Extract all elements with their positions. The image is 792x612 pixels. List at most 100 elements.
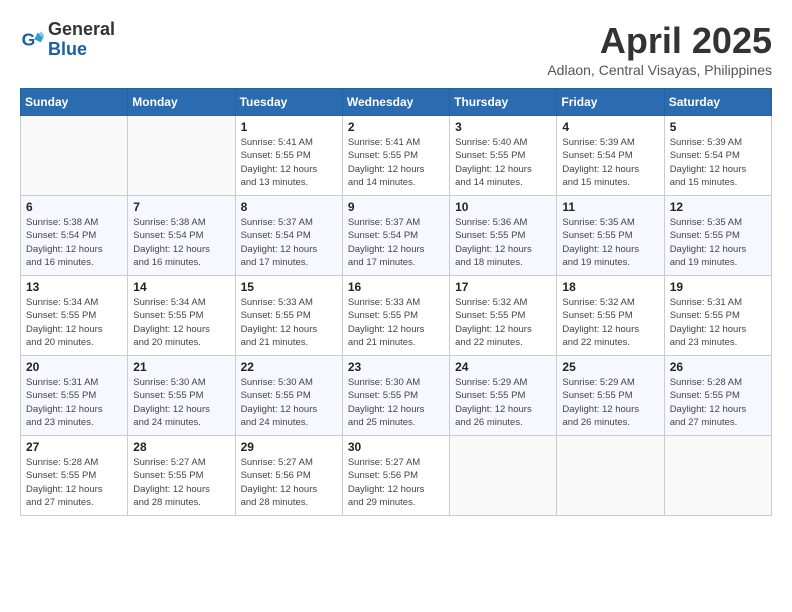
week-row-3: 20 Sunrise: 5:31 AM Sunset: 5:55 PM Dayli… xyxy=(21,356,772,436)
day-info: Sunrise: 5:31 AM Sunset: 5:55 PM Dayligh… xyxy=(26,376,122,429)
weekday-header-saturday: Saturday xyxy=(664,89,771,116)
calendar: SundayMondayTuesdayWednesdayThursdayFrid… xyxy=(20,88,772,516)
calendar-cell: 14 Sunrise: 5:34 AM Sunset: 5:55 PM Dayli… xyxy=(128,276,235,356)
calendar-cell xyxy=(21,116,128,196)
calendar-cell: 12 Sunrise: 5:35 AM Sunset: 5:55 PM Dayli… xyxy=(664,196,771,276)
calendar-cell: 25 Sunrise: 5:29 AM Sunset: 5:55 PM Dayli… xyxy=(557,356,664,436)
day-info: Sunrise: 5:38 AM Sunset: 5:54 PM Dayligh… xyxy=(26,216,122,269)
day-info: Sunrise: 5:38 AM Sunset: 5:54 PM Dayligh… xyxy=(133,216,229,269)
calendar-cell: 1 Sunrise: 5:41 AM Sunset: 5:55 PM Daylig… xyxy=(235,116,342,196)
weekday-header-sunday: Sunday xyxy=(21,89,128,116)
day-info: Sunrise: 5:34 AM Sunset: 5:55 PM Dayligh… xyxy=(26,296,122,349)
calendar-cell: 2 Sunrise: 5:41 AM Sunset: 5:55 PM Daylig… xyxy=(342,116,449,196)
title-area: April 2025 Adlaon, Central Visayas, Phil… xyxy=(547,20,772,78)
calendar-cell: 22 Sunrise: 5:30 AM Sunset: 5:55 PM Dayli… xyxy=(235,356,342,436)
calendar-cell: 29 Sunrise: 5:27 AM Sunset: 5:56 PM Dayli… xyxy=(235,436,342,516)
day-number: 28 xyxy=(133,440,229,454)
day-info: Sunrise: 5:41 AM Sunset: 5:55 PM Dayligh… xyxy=(241,136,337,189)
day-info: Sunrise: 5:31 AM Sunset: 5:55 PM Dayligh… xyxy=(670,296,766,349)
calendar-cell: 3Sunrise: 5:40 AM Sunset: 5:55 PM Daylig… xyxy=(450,116,557,196)
day-info: Sunrise: 5:39 AM Sunset: 5:54 PM Dayligh… xyxy=(562,136,658,189)
weekday-header-tuesday: Tuesday xyxy=(235,89,342,116)
weekday-header-monday: Monday xyxy=(128,89,235,116)
calendar-cell: 4 Sunrise: 5:39 AM Sunset: 5:54 PM Daylig… xyxy=(557,116,664,196)
weekday-header-thursday: Thursday xyxy=(450,89,557,116)
calendar-cell: 21 Sunrise: 5:30 AM Sunset: 5:55 PM Dayli… xyxy=(128,356,235,436)
day-number: 30 xyxy=(348,440,444,454)
logo: G General Blue xyxy=(20,20,115,60)
calendar-cell: 11 Sunrise: 5:35 AM Sunset: 5:55 PM Dayli… xyxy=(557,196,664,276)
day-info: Sunrise: 5:27 AM Sunset: 5:56 PM Dayligh… xyxy=(241,456,337,509)
day-info: Sunrise: 5:36 AM Sunset: 5:55 PM Dayligh… xyxy=(455,216,551,269)
day-number: 27 xyxy=(26,440,122,454)
day-number: 15 xyxy=(241,280,337,294)
day-number: 2 xyxy=(348,120,444,134)
day-number: 19 xyxy=(670,280,766,294)
day-info: Sunrise: 5:29 AM Sunset: 5:55 PM Dayligh… xyxy=(562,376,658,429)
calendar-cell: 18Sunrise: 5:32 AM Sunset: 5:55 PM Dayli… xyxy=(557,276,664,356)
month-title: April 2025 xyxy=(547,20,772,62)
day-number: 14 xyxy=(133,280,229,294)
week-row-0: 1 Sunrise: 5:41 AM Sunset: 5:55 PM Daylig… xyxy=(21,116,772,196)
day-info: Sunrise: 5:33 AM Sunset: 5:55 PM Dayligh… xyxy=(348,296,444,349)
day-info: Sunrise: 5:29 AM Sunset: 5:55 PM Dayligh… xyxy=(455,376,551,429)
day-info: Sunrise: 5:37 AM Sunset: 5:54 PM Dayligh… xyxy=(241,216,337,269)
day-number: 9 xyxy=(348,200,444,214)
calendar-cell: 15Sunrise: 5:33 AM Sunset: 5:55 PM Dayli… xyxy=(235,276,342,356)
calendar-cell xyxy=(128,116,235,196)
calendar-cell: 5Sunrise: 5:39 AM Sunset: 5:54 PM Daylig… xyxy=(664,116,771,196)
day-info: Sunrise: 5:35 AM Sunset: 5:55 PM Dayligh… xyxy=(670,216,766,269)
calendar-cell: 9 Sunrise: 5:37 AM Sunset: 5:54 PM Daylig… xyxy=(342,196,449,276)
day-number: 26 xyxy=(670,360,766,374)
day-info: Sunrise: 5:35 AM Sunset: 5:55 PM Dayligh… xyxy=(562,216,658,269)
calendar-cell: 28Sunrise: 5:27 AM Sunset: 5:55 PM Dayli… xyxy=(128,436,235,516)
day-info: Sunrise: 5:32 AM Sunset: 5:55 PM Dayligh… xyxy=(455,296,551,349)
day-info: Sunrise: 5:41 AM Sunset: 5:55 PM Dayligh… xyxy=(348,136,444,189)
day-info: Sunrise: 5:30 AM Sunset: 5:55 PM Dayligh… xyxy=(241,376,337,429)
day-info: Sunrise: 5:37 AM Sunset: 5:54 PM Dayligh… xyxy=(348,216,444,269)
day-number: 4 xyxy=(562,120,658,134)
calendar-cell: 24 Sunrise: 5:29 AM Sunset: 5:55 PM Dayli… xyxy=(450,356,557,436)
week-row-2: 13 Sunrise: 5:34 AM Sunset: 5:55 PM Dayli… xyxy=(21,276,772,356)
calendar-cell: 30Sunrise: 5:27 AM Sunset: 5:56 PM Dayli… xyxy=(342,436,449,516)
calendar-cell: 10 Sunrise: 5:36 AM Sunset: 5:55 PM Dayli… xyxy=(450,196,557,276)
logo-icon: G xyxy=(20,28,44,52)
calendar-cell: 23Sunrise: 5:30 AM Sunset: 5:55 PM Dayli… xyxy=(342,356,449,436)
day-info: Sunrise: 5:39 AM Sunset: 5:54 PM Dayligh… xyxy=(670,136,766,189)
day-number: 25 xyxy=(562,360,658,374)
day-number: 20 xyxy=(26,360,122,374)
header: G General Blue April 2025 Adlaon, Centra… xyxy=(20,20,772,78)
calendar-cell: 20 Sunrise: 5:31 AM Sunset: 5:55 PM Dayli… xyxy=(21,356,128,436)
logo-general-text: General xyxy=(48,19,115,39)
calendar-cell xyxy=(450,436,557,516)
week-row-4: 27Sunrise: 5:28 AM Sunset: 5:55 PM Dayli… xyxy=(21,436,772,516)
day-number: 7 xyxy=(133,200,229,214)
day-number: 29 xyxy=(241,440,337,454)
day-info: Sunrise: 5:34 AM Sunset: 5:55 PM Dayligh… xyxy=(133,296,229,349)
day-number: 24 xyxy=(455,360,551,374)
day-number: 10 xyxy=(455,200,551,214)
calendar-cell: 7 Sunrise: 5:38 AM Sunset: 5:54 PM Daylig… xyxy=(128,196,235,276)
day-number: 21 xyxy=(133,360,229,374)
day-number: 12 xyxy=(670,200,766,214)
calendar-cell xyxy=(557,436,664,516)
day-number: 3 xyxy=(455,120,551,134)
calendar-cell: 16Sunrise: 5:33 AM Sunset: 5:55 PM Dayli… xyxy=(342,276,449,356)
day-number: 11 xyxy=(562,200,658,214)
calendar-cell: 6 Sunrise: 5:38 AM Sunset: 5:54 PM Daylig… xyxy=(21,196,128,276)
day-number: 13 xyxy=(26,280,122,294)
weekday-header-friday: Friday xyxy=(557,89,664,116)
day-info: Sunrise: 5:30 AM Sunset: 5:55 PM Dayligh… xyxy=(348,376,444,429)
calendar-cell: 17Sunrise: 5:32 AM Sunset: 5:55 PM Dayli… xyxy=(450,276,557,356)
day-number: 18 xyxy=(562,280,658,294)
logo-blue-text: Blue xyxy=(48,39,87,59)
day-number: 1 xyxy=(241,120,337,134)
day-number: 22 xyxy=(241,360,337,374)
day-number: 6 xyxy=(26,200,122,214)
week-row-1: 6 Sunrise: 5:38 AM Sunset: 5:54 PM Daylig… xyxy=(21,196,772,276)
calendar-cell: 19 Sunrise: 5:31 AM Sunset: 5:55 PM Dayli… xyxy=(664,276,771,356)
day-info: Sunrise: 5:28 AM Sunset: 5:55 PM Dayligh… xyxy=(670,376,766,429)
day-info: Sunrise: 5:30 AM Sunset: 5:55 PM Dayligh… xyxy=(133,376,229,429)
weekday-header-row: SundayMondayTuesdayWednesdayThursdayFrid… xyxy=(21,89,772,116)
calendar-cell xyxy=(664,436,771,516)
